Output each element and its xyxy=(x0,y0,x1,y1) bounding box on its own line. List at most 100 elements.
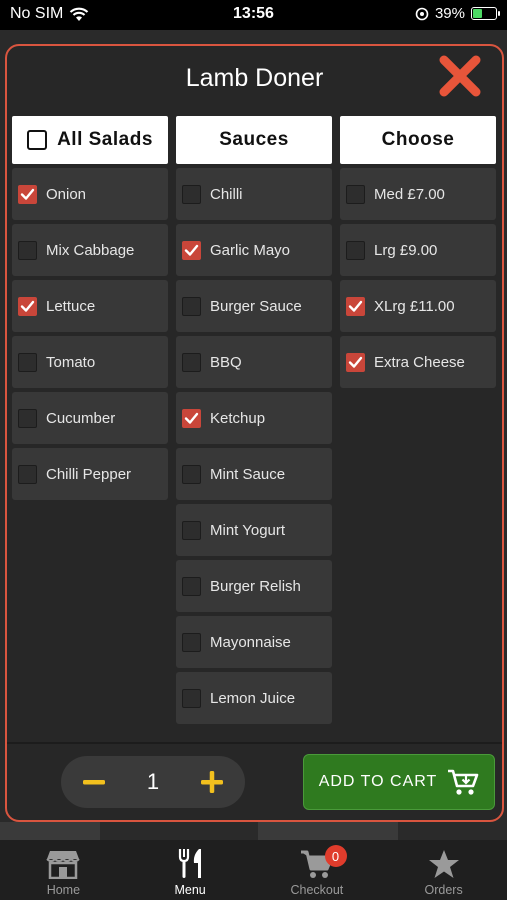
tab-orders[interactable]: Orders xyxy=(380,840,507,900)
option-checkbox[interactable] xyxy=(182,296,201,316)
option-label: XLrg £11.00 xyxy=(374,297,455,315)
option-checkbox[interactable] xyxy=(18,408,37,428)
orientation-lock-icon xyxy=(415,7,429,20)
option-checkbox[interactable] xyxy=(18,296,37,316)
checkmark-icon xyxy=(20,300,35,312)
tab-label: Menu xyxy=(174,883,206,897)
checkmark-icon xyxy=(20,188,35,200)
option-label: Burger Sauce xyxy=(210,297,302,315)
option-checkbox[interactable] xyxy=(18,240,37,260)
option-row[interactable]: BBQ xyxy=(176,336,332,388)
option-checkbox[interactable] xyxy=(182,184,201,204)
option-row[interactable]: Cucumber xyxy=(12,392,168,444)
checkmark-icon xyxy=(184,244,199,256)
item-options-modal: Lamb Doner All Salads Onion Mix Cabbage Le… xyxy=(5,44,504,822)
option-row[interactable]: Tomato xyxy=(12,336,168,388)
option-row[interactable]: Ketchup xyxy=(176,392,332,444)
tab-label: Orders xyxy=(424,883,463,897)
option-checkbox[interactable] xyxy=(18,352,37,372)
backdrop-card xyxy=(258,822,398,840)
option-checkbox[interactable] xyxy=(182,464,201,484)
add-to-cart-icon xyxy=(448,769,479,795)
option-row[interactable]: Extra Cheese xyxy=(340,336,496,388)
option-label: Ketchup xyxy=(210,409,266,427)
option-row[interactable]: Mint Sauce xyxy=(176,448,332,500)
plus-icon xyxy=(201,771,223,793)
checkmark-icon xyxy=(348,356,363,368)
decrease-button[interactable] xyxy=(81,769,107,795)
salads-column: All Salads Onion Mix Cabbage Lettuce Tomato… xyxy=(12,116,168,500)
status-right: 39% xyxy=(415,5,500,22)
option-checkbox[interactable] xyxy=(18,464,37,484)
add-to-cart-button[interactable]: ADD TO CART xyxy=(303,754,495,810)
option-row[interactable]: Lettuce xyxy=(12,280,168,332)
option-row[interactable]: Mayonnaise xyxy=(176,616,332,668)
quantity-value: 1 xyxy=(146,769,160,794)
option-label: Chilli Pepper xyxy=(46,465,132,483)
option-checkbox[interactable] xyxy=(182,576,201,596)
option-checkbox[interactable] xyxy=(346,184,365,204)
close-button[interactable] xyxy=(436,52,484,100)
backdrop-card xyxy=(0,822,100,840)
option-row[interactable]: Lrg £9.00 xyxy=(340,224,496,276)
option-label: Lrg £9.00 xyxy=(374,241,438,259)
tab-bar: Home Menu Checkout 0 Orders xyxy=(0,840,507,900)
option-label: Mix Cabbage xyxy=(46,241,135,259)
option-label: Extra Cheese xyxy=(374,353,465,371)
battery-fill xyxy=(473,9,483,18)
tab-label: Checkout xyxy=(290,883,344,897)
option-checkbox[interactable] xyxy=(346,296,365,316)
option-row[interactable]: Mix Cabbage xyxy=(12,224,168,276)
option-checkbox[interactable] xyxy=(182,632,201,652)
size-column: Choose Med £7.00 Lrg £9.00 XLrg £11.00 Extr… xyxy=(340,116,496,388)
option-checkbox[interactable] xyxy=(182,240,201,260)
increase-button[interactable] xyxy=(199,769,225,795)
option-checkbox[interactable] xyxy=(182,352,201,372)
column-header-label: Choose xyxy=(381,129,455,150)
option-row[interactable]: Onion xyxy=(12,168,168,220)
option-label: BBQ xyxy=(210,353,242,371)
option-checkbox[interactable] xyxy=(182,520,201,540)
option-checkbox[interactable] xyxy=(182,408,201,428)
all-salads-toggle[interactable]: All Salads xyxy=(12,116,168,164)
cart-count-badge: 0 xyxy=(324,845,347,867)
option-label: Onion xyxy=(46,185,87,203)
salad-options: Onion Mix Cabbage Lettuce Tomato Cucumber Chi… xyxy=(12,168,168,500)
tab-menu[interactable]: Menu xyxy=(127,840,254,900)
checkmark-icon xyxy=(348,300,363,312)
option-checkbox[interactable] xyxy=(346,352,365,372)
option-checkbox[interactable] xyxy=(182,688,201,708)
status-bar: No SIM 13:56 39% xyxy=(0,0,507,30)
option-row[interactable]: Mint Yogurt xyxy=(176,504,332,556)
option-row[interactable]: Burger Relish xyxy=(176,560,332,612)
sauces-header: Sauces xyxy=(176,116,332,164)
option-row[interactable]: Chilli Pepper xyxy=(12,448,168,500)
option-row[interactable]: Burger Sauce xyxy=(176,280,332,332)
option-label: Med £7.00 xyxy=(374,185,445,203)
option-row[interactable]: XLrg £11.00 xyxy=(340,280,496,332)
option-label: Mint Sauce xyxy=(210,465,286,483)
option-row[interactable]: Lemon Juice xyxy=(176,672,332,724)
option-label: Tomato xyxy=(46,353,96,371)
all-salads-checkbox[interactable] xyxy=(27,130,48,150)
close-icon xyxy=(439,55,481,97)
sauce-options: Chilli Garlic Mayo Burger Sauce BBQ Ketchup M… xyxy=(176,168,332,724)
option-row[interactable]: Med £7.00 xyxy=(340,168,496,220)
column-header-label: All Salads xyxy=(57,129,153,150)
column-header-label: Sauces xyxy=(219,129,289,150)
option-row[interactable]: Chilli xyxy=(176,168,332,220)
tab-checkout[interactable]: Checkout 0 xyxy=(254,840,381,900)
choose-header: Choose xyxy=(340,116,496,164)
battery-percent: 39% xyxy=(434,5,465,22)
option-row[interactable]: Garlic Mayo xyxy=(176,224,332,276)
tab-home[interactable]: Home xyxy=(0,840,127,900)
battery-icon xyxy=(471,7,500,20)
fork-knife-icon xyxy=(179,849,202,878)
tab-label: Home xyxy=(46,883,81,897)
option-checkbox[interactable] xyxy=(18,184,37,204)
modal-title: Lamb Doner xyxy=(185,64,324,92)
checkmark-icon xyxy=(184,412,199,424)
store-icon xyxy=(46,851,81,879)
divider xyxy=(7,742,502,744)
option-checkbox[interactable] xyxy=(346,240,365,260)
